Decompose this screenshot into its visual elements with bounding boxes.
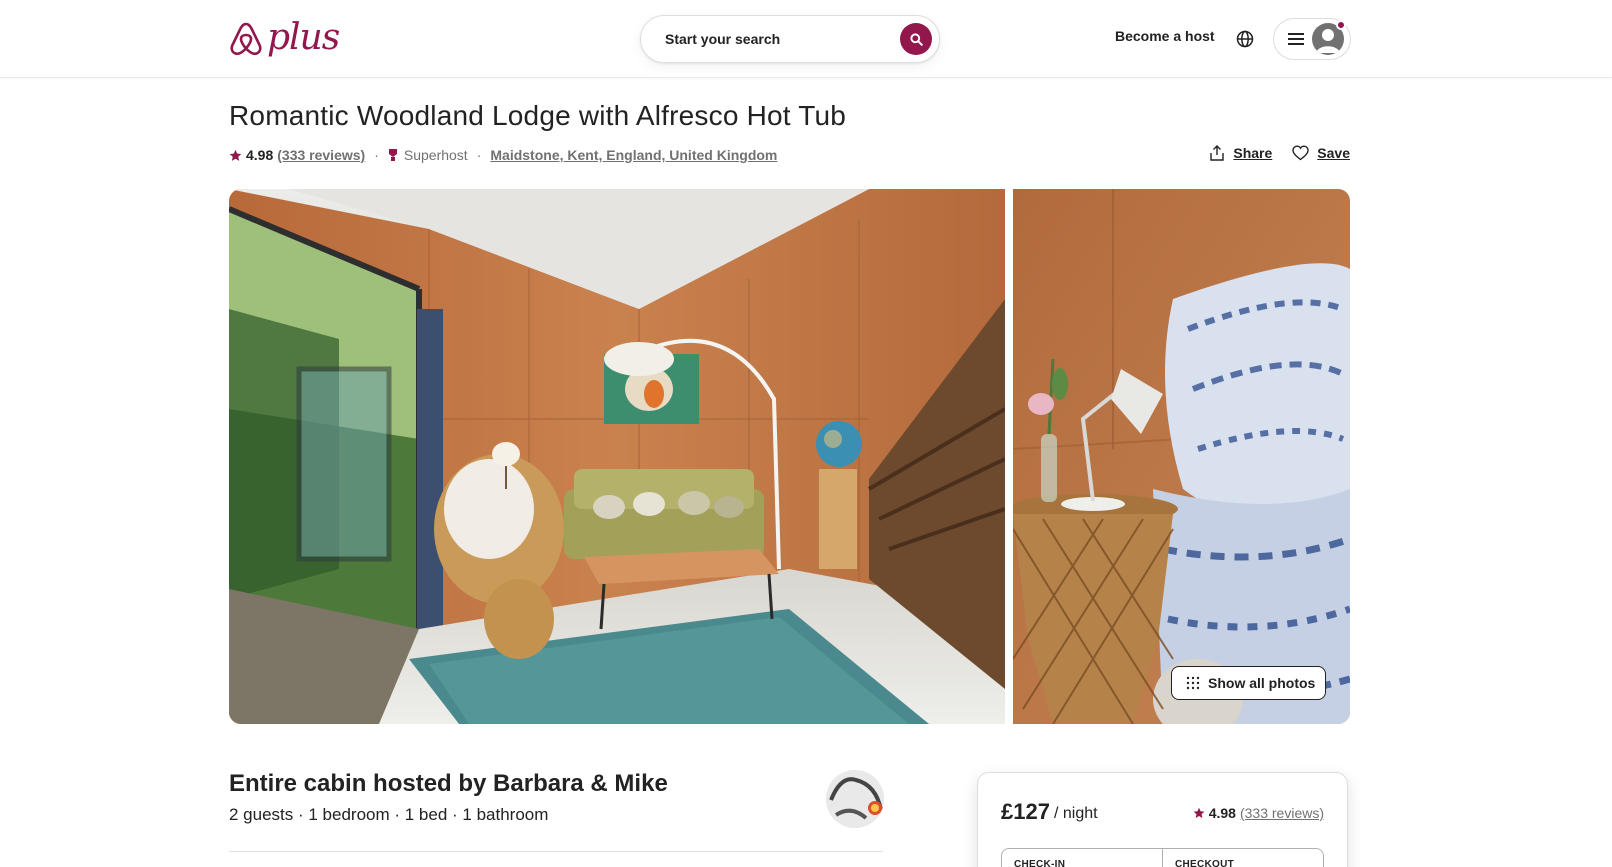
rating-value: 4.98 xyxy=(246,147,274,163)
hamburger-icon xyxy=(1288,33,1304,45)
share-icon xyxy=(1210,145,1225,161)
date-picker[interactable]: CHECK-IN CHECKOUT xyxy=(1001,848,1324,867)
host-summary-title: Entire cabin hosted by Barbara & Mike xyxy=(229,770,668,797)
booking-rating: 4.98 (333 reviews) xyxy=(1193,805,1324,821)
listing-title: Romantic Woodland Lodge with Alfresco Ho… xyxy=(229,100,847,131)
booking-rating-value: 4.98 xyxy=(1208,805,1236,821)
host-summary-details: 2 guests · 1 bedroom · 1 bed · 1 bathroo… xyxy=(229,805,549,824)
star-icon xyxy=(1193,807,1205,818)
bedside-photo xyxy=(1013,189,1350,724)
become-host-link[interactable]: Become a host xyxy=(1115,28,1215,44)
checkin-field[interactable]: CHECK-IN xyxy=(1002,849,1162,867)
logo-link[interactable]: plus xyxy=(229,14,340,62)
save-label: Save xyxy=(1317,145,1350,161)
reviews-link[interactable]: (333 reviews) xyxy=(277,147,365,163)
section-divider xyxy=(229,851,883,852)
separator-dot: · xyxy=(374,147,379,163)
star-icon xyxy=(229,149,242,161)
show-all-photos-button[interactable]: Show all photos xyxy=(1171,666,1326,700)
booking-card: £127 / night 4.98 (333 reviews) CHECK-IN… xyxy=(977,772,1348,867)
search-placeholder: Start your search xyxy=(665,31,781,47)
brand-plus-text: plus xyxy=(267,17,340,58)
checkout-field[interactable]: CHECKOUT xyxy=(1162,849,1323,867)
location-link[interactable]: Maidstone, Kent, England, United Kingdom xyxy=(490,147,777,163)
search-button[interactable] xyxy=(900,23,932,55)
save-button[interactable]: Save xyxy=(1292,145,1350,161)
nightly-price: £127 xyxy=(1001,799,1050,824)
show-all-photos-label: Show all photos xyxy=(1208,675,1316,691)
heart-icon xyxy=(1292,145,1309,161)
listing-actions: Share Save xyxy=(1189,145,1350,161)
per-night-label: / night xyxy=(1054,805,1098,822)
search-bar[interactable]: Start your search xyxy=(640,15,940,63)
checkin-label: CHECK-IN xyxy=(1014,859,1066,867)
globe-icon[interactable] xyxy=(1236,30,1254,48)
host-avatar[interactable] xyxy=(826,770,884,828)
user-menu-button[interactable] xyxy=(1273,18,1351,60)
notification-dot xyxy=(1336,20,1346,30)
living-room-photo xyxy=(229,189,1005,724)
separator-dot: · xyxy=(476,147,482,163)
share-label: Share xyxy=(1233,145,1273,161)
search-icon xyxy=(909,32,923,46)
grid-dots-icon xyxy=(1186,676,1200,690)
main-photo[interactable] xyxy=(229,189,1005,724)
secondary-photo[interactable] xyxy=(1013,189,1350,724)
airbnb-belo-icon xyxy=(230,22,262,56)
superhost-label: Superhost xyxy=(403,147,468,163)
checkout-label: CHECKOUT xyxy=(1175,859,1235,867)
top-header: plus Start your search Become a host xyxy=(0,0,1612,78)
booking-reviews-link[interactable]: (333 reviews) xyxy=(1240,805,1324,821)
share-button[interactable]: Share xyxy=(1209,145,1272,161)
superhost-badge-icon xyxy=(388,149,397,161)
listing-meta-row: 4.98 (333 reviews) · Superhost · Maidsto… xyxy=(229,145,777,165)
